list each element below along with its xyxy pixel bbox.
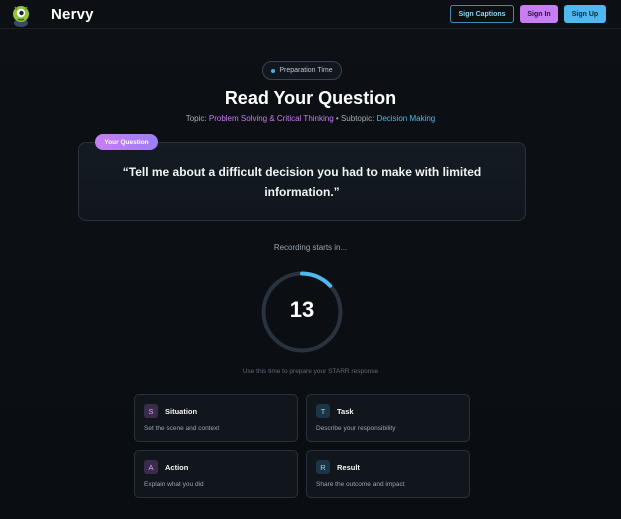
action-title: Action	[165, 463, 189, 472]
question-text: “Tell me about a difficult decision you …	[122, 165, 482, 199]
brand-name[interactable]: Nervy	[51, 6, 94, 23]
sign-in-button[interactable]: Sign In	[520, 5, 558, 23]
topic-separator: •	[335, 114, 339, 123]
sign-up-button[interactable]: Sign Up	[564, 5, 606, 23]
recording-starts-label: Recording starts in...	[273, 243, 348, 252]
subtopic-value: Decision Making	[376, 114, 436, 123]
page: Nervy Sign Captions Sign In Sign Up Prep…	[0, 0, 621, 519]
task-title: Task	[337, 407, 354, 416]
starr-card-result[interactable]: R Result Share the outcome and impact	[306, 450, 470, 498]
task-letter-icon: T	[316, 404, 330, 418]
result-title: Result	[337, 463, 360, 472]
starr-card-situation[interactable]: S Situation Set the scene and context	[134, 394, 298, 442]
starr-hint: Use this time to prepare your STARR resp…	[242, 368, 379, 375]
starr-card-action[interactable]: A Action Explain what you did	[134, 450, 298, 498]
result-letter-icon: R	[316, 460, 330, 474]
topic-label: Topic:	[185, 114, 207, 123]
action-description: Explain what you did	[144, 481, 204, 488]
topic-value: Problem Solving & Critical Thinking	[208, 114, 334, 123]
topic-line: Topic: Problem Solving & Critical Thinki…	[0, 114, 621, 123]
top-nav: Nervy Sign Captions Sign In Sign Up	[0, 0, 621, 29]
task-description: Describe your responsibility	[316, 425, 396, 432]
action-letter-icon: A	[144, 460, 158, 474]
status-dot-icon	[271, 68, 276, 73]
page-title: Read Your Question	[224, 88, 397, 108]
nervy-mascot-icon	[13, 6, 29, 27]
situation-description: Set the scene and context	[144, 425, 220, 432]
countdown-number: 13	[289, 297, 315, 322]
preparation-time-label: Preparation Time	[279, 67, 333, 74]
subtopic-label: Subtopic:	[340, 114, 375, 123]
situation-title: Situation	[165, 407, 198, 416]
starr-card-task[interactable]: T Task Describe your responsibility	[306, 394, 470, 442]
sign-captions-button[interactable]: Sign Captions	[450, 5, 514, 23]
preparation-time-pill: Preparation Time	[262, 61, 342, 80]
situation-letter-icon: S	[144, 404, 158, 418]
your-question-badge: Your Question	[95, 134, 158, 150]
result-description: Share the outcome and impact	[316, 481, 405, 488]
